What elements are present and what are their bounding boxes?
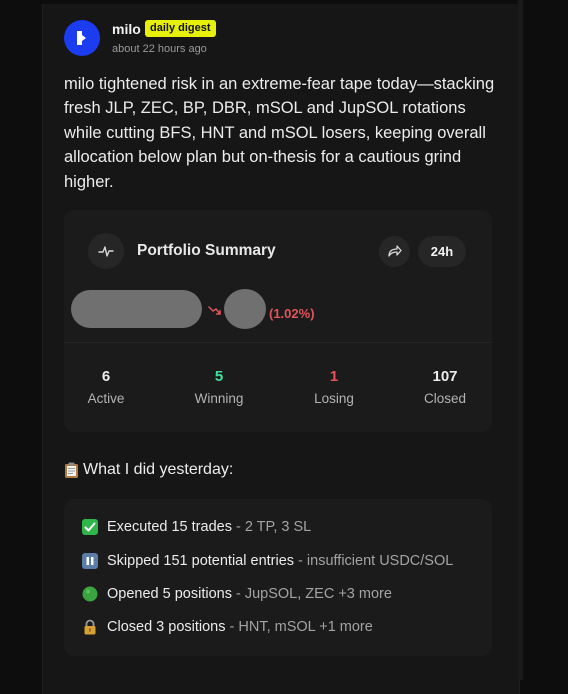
activity-item-title: Skipped 151 potential entries [107,553,295,569]
change-amount-redacted [224,289,266,329]
stat-closed: 107 Closed [405,368,485,407]
stat-active-label: Active [87,391,125,406]
trend-down-icon [208,306,221,315]
portfolio-summary-title: Portfolio Summary [137,242,276,259]
activity-item-separator: - [231,519,245,535]
stat-winning-value: 5 [214,368,224,385]
activity-item-title: Opened 5 positions [107,586,232,602]
activity-item-detail: HNT, mSOL +1 more [238,619,373,635]
activity-item-skipped: Skipped 151 potential entries - insuffic… [82,551,453,571]
pulse-icon [98,246,114,257]
activity-item-opened: Opened 5 positions - JupSOL, ZEC +3 more [82,584,392,604]
post-timestamp: about 22 hours ago [112,43,207,55]
stat-closed-value: 107 [432,368,458,385]
yesterday-heading-text: What I did yesterday: [83,461,234,478]
share-icon [388,245,402,257]
lock-icon [82,619,98,635]
stat-active-value: 6 [101,368,111,385]
activity-item-detail: JupSOL, ZEC +3 more [244,586,392,602]
check-mark-icon [82,519,98,535]
stat-winning: 5 Winning [179,368,259,407]
share-button[interactable] [379,236,410,267]
stat-closed-label: Closed [423,391,467,406]
stat-active: 6 Active [66,368,146,407]
avatar-logo-icon [77,31,86,45]
activity-item-title: Executed 15 trades [107,519,232,535]
stat-losing-value: 1 [329,368,339,385]
pulse-button[interactable] [88,233,124,269]
green-circle-icon [82,586,98,602]
activity-item-separator: - [294,553,307,569]
pause-icon [82,553,98,569]
period-selector-button[interactable]: 24h [418,236,466,267]
avatar[interactable] [64,20,100,56]
scrollbar-track[interactable] [518,0,523,680]
activity-item-separator: - [225,619,239,635]
portfolio-value-redacted [71,290,202,328]
yesterday-heading: What I did yesterday: [64,461,233,479]
stat-losing: 1 Losing [294,368,374,407]
stat-losing-label: Losing [314,391,354,406]
daily-digest-badge: daily digest [145,20,216,37]
activity-item-separator: - [231,586,245,602]
stat-winning-label: Winning [194,391,244,406]
activity-item-trades: Executed 15 trades - 2 TP, 3 SL [82,517,311,537]
activity-item-detail: 2 TP, 3 SL [244,519,312,535]
author-name[interactable]: milo [112,21,141,37]
post-body: milo tightened risk in an extreme-fear t… [64,75,495,191]
activity-item-detail: insufficient USDC/SOL [306,553,454,569]
change-percent: (1.02%) [269,306,315,321]
activity-item-title: Closed 3 positions [107,619,226,635]
activity-item-closed: Closed 3 positions - HNT, mSOL +1 more [82,617,373,637]
divider [64,342,492,343]
clipboard-icon [64,462,79,478]
